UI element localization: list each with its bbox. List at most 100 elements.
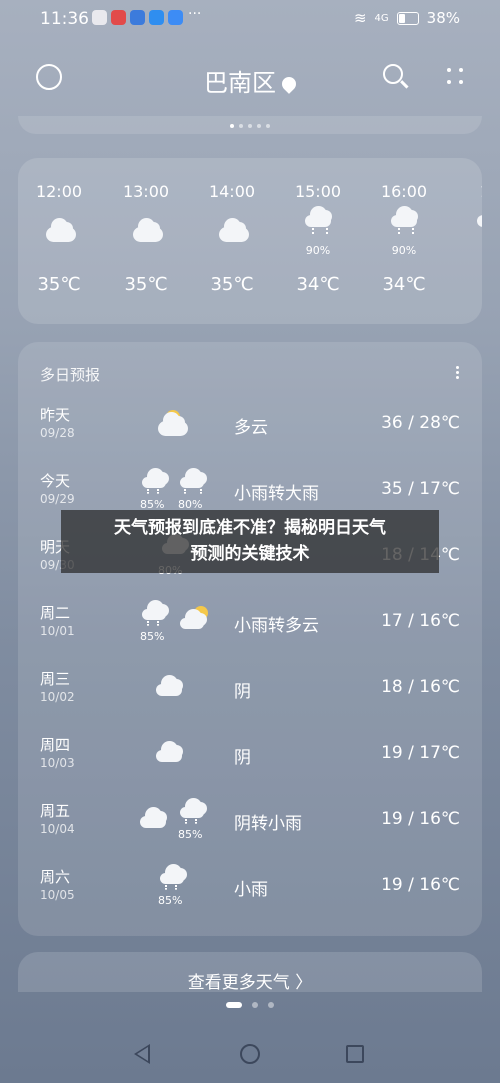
status-right: ≋ 4G 38%: [354, 9, 460, 27]
daily-row[interactable]: 周二 10/01 85% 小雨转多云 17 / 16℃: [18, 600, 482, 668]
more-grid-icon[interactable]: [445, 66, 467, 88]
day-date: 10/04: [40, 822, 75, 836]
hour-time: 16:00: [380, 182, 428, 201]
daily-forecast-title: 多日预报: [40, 366, 101, 384]
rain-icon: [477, 215, 482, 227]
day-date: 10/02: [40, 690, 75, 704]
hourly-item: 13:00 35℃: [111, 182, 181, 295]
daily-row[interactable]: 周四 10/03 阴 19 / 17℃: [18, 734, 482, 800]
city-name: 巴南区: [204, 69, 276, 97]
home-icon[interactable]: [240, 1044, 260, 1064]
hourly-item: 15:00 90% 34℃: [283, 182, 353, 295]
day-label: 周四: [40, 736, 71, 754]
hourly-item: 12:00 35℃: [24, 182, 94, 295]
hour-time: 14:00: [208, 182, 256, 201]
precip-probability: 85%: [178, 828, 203, 841]
day-label: 周三: [40, 670, 71, 688]
more-weather-label: 查看更多天气 〉: [187, 973, 313, 993]
precip-probability: 90%: [391, 244, 417, 257]
weather-desc: 阴: [234, 748, 251, 768]
more-notifications-icon: ···: [188, 6, 202, 22]
weather-desc: 多云: [234, 418, 268, 438]
page-indicator: [0, 1002, 500, 1008]
day-label: 今天: [40, 472, 71, 490]
daily-row[interactable]: 昨天 09/28 多云 36 / 28℃: [18, 404, 482, 470]
system-nav-bar: [0, 1040, 500, 1070]
temp-range: 36 / 28℃: [381, 413, 460, 433]
music-icon: [130, 10, 145, 25]
app-notification-icon: [111, 10, 126, 25]
day-date: 10/05: [40, 888, 75, 902]
city-selector[interactable]: 巴南区: [0, 63, 500, 98]
notification-icons: [92, 10, 183, 25]
temp-range: 19 / 17℃: [381, 743, 460, 763]
day-date: 10/03: [40, 756, 75, 770]
cloud-app-icon: [168, 10, 183, 25]
hourly-forecast-card[interactable]: 12:00 35℃ 13:00 35℃ 14:00 35℃ 15:00 90% …: [18, 158, 482, 324]
back-icon[interactable]: [134, 1044, 150, 1064]
hour-temp: 34℃: [296, 274, 340, 295]
article-title-overlay: 天气预报到底准不准？揭秘明日天气 预测的关键技术: [61, 510, 439, 573]
daily-row[interactable]: 周六 10/05 85% 小雨 19 / 16℃: [18, 864, 482, 932]
hour-temp: 3: [455, 274, 482, 295]
hourly-item: 17 3: [455, 182, 482, 295]
overcast-icon: [140, 807, 167, 828]
temp-range: 19 / 16℃: [381, 809, 460, 829]
weather-desc: 阴: [234, 682, 251, 702]
more-options-icon[interactable]: [454, 364, 460, 384]
temp-range: 17 / 16℃: [381, 611, 460, 631]
hour-time: 12:00: [35, 182, 83, 201]
day-date: 09/29: [40, 492, 75, 506]
day-label: 周二: [40, 604, 71, 622]
hour-time: 17: [455, 182, 482, 201]
hour-temp: 35℃: [124, 274, 168, 295]
light-rain-icon: [142, 468, 169, 488]
rain-icon: [391, 206, 418, 227]
cloudy-icon: [219, 218, 249, 242]
precip-probability: 90%: [305, 244, 331, 257]
overcast-icon: [156, 675, 183, 696]
day-label: 周六: [40, 868, 71, 886]
temp-range: 35 / 17℃: [381, 479, 460, 499]
header: 巴南区: [0, 55, 500, 105]
daily-row[interactable]: 周三 10/02 阴 18 / 16℃: [18, 668, 482, 734]
hour-temp: 35℃: [37, 274, 81, 295]
partly-cloudy-icon: [158, 412, 188, 436]
hour-temp: 34℃: [382, 274, 426, 295]
weather-desc: 小雨转大雨: [234, 484, 319, 504]
weather-desc: 小雨转多云: [234, 616, 319, 636]
overlay-line-2: 预测的关键技术: [190, 544, 310, 564]
signal-icon: 4G: [374, 12, 389, 24]
weather-desc: 小雨: [234, 880, 268, 900]
cloudy-icon: [46, 218, 76, 242]
hourly-item: 14:00 35℃: [197, 182, 267, 295]
search-app-icon: [149, 10, 164, 25]
light-rain-icon: [142, 600, 169, 620]
temp-range: 18 / 16℃: [381, 677, 460, 697]
status-time: 11:36: [40, 9, 89, 29]
battery-level: 38%: [426, 9, 460, 27]
light-rain-icon: [180, 798, 207, 818]
overcast-icon: [156, 741, 183, 762]
day-date: 10/01: [40, 624, 75, 638]
status-bar: 11:36 ··· ≋ 4G 38%: [0, 0, 500, 40]
search-icon[interactable]: [383, 64, 403, 84]
day-date: 09/28: [40, 426, 75, 440]
hour-time: 15:00: [294, 182, 342, 201]
hour-temp: 35℃: [210, 274, 254, 295]
heavy-rain-icon: [180, 468, 207, 488]
location-pin-icon: [279, 74, 299, 94]
temp-range: 19 / 16℃: [381, 875, 460, 895]
hour-time: 13:00: [122, 182, 170, 201]
app-notification-icon: [92, 10, 107, 25]
weather-desc: 阴转小雨: [234, 814, 302, 834]
battery-icon: [396, 11, 419, 25]
day-label: 周五: [40, 802, 71, 820]
daily-forecast-card: 多日预报 昨天 09/28 多云 36 / 28℃ 今天 09/29 85% 8…: [18, 342, 482, 936]
hourly-item: 16:00 90% 34℃: [369, 182, 439, 295]
more-weather-button[interactable]: 查看更多天气 〉: [18, 952, 482, 993]
recents-icon[interactable]: [346, 1045, 364, 1063]
light-rain-icon: [160, 864, 187, 884]
partly-cloudy-night-icon: [180, 609, 207, 629]
daily-row[interactable]: 周五 10/04 85% 阴转小雨 19 / 16℃: [18, 798, 482, 866]
